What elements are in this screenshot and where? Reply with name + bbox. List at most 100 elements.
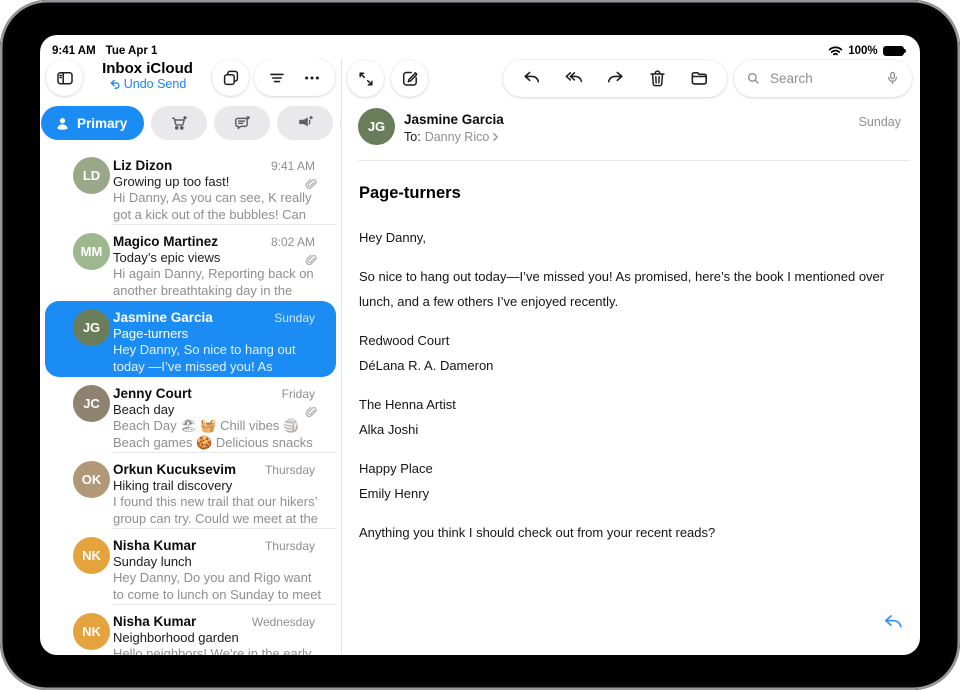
reading-toolbar: [342, 59, 920, 97]
list-item[interactable]: LD Liz Dizon9:41 AM Growing up too fast!…: [40, 149, 341, 225]
email-body: Hey Danny, So nice to hang out today—I’v…: [359, 225, 894, 545]
to-label: To:: [404, 130, 421, 144]
search-input[interactable]: [768, 70, 878, 87]
filter-button[interactable]: [267, 68, 287, 88]
move-to-folder-button[interactable]: [678, 60, 720, 97]
wifi-icon: [828, 46, 843, 57]
message-subject: Hiking trail discovery: [113, 478, 325, 493]
cart-icon: [170, 114, 189, 133]
status-bar: 9:41 AM Tue Apr 1 100%: [40, 35, 920, 59]
list-item[interactable]: NK Nisha Kumar Thursday Sunday lunch Hey …: [40, 529, 341, 605]
person-icon: [54, 115, 71, 132]
select-messages-button[interactable]: [212, 59, 249, 96]
mailbox-title: Inbox iCloud: [88, 60, 207, 77]
message-subject: Growing up too fast!: [113, 174, 325, 189]
message-subject: Today’s epic views: [113, 250, 325, 265]
list-item[interactable]: OK Orkun KucuksevimThursday Hiking trail…: [40, 453, 341, 529]
mic-icon[interactable]: [884, 70, 901, 87]
recipient-button[interactable]: Danny Rico: [425, 130, 500, 144]
chevron-right-icon: [492, 132, 499, 142]
list-item[interactable]: JG Jasmine Garcia Sunday Page-turners Hey…: [45, 301, 336, 377]
email-subject: Page-turners: [359, 184, 903, 203]
screen: 9:41 AM Tue Apr 1 100% Inbox iCloud Undo…: [40, 35, 920, 655]
megaphone-icon: [296, 114, 315, 133]
body-paragraph: The Henna ArtistAlka Joshi: [359, 392, 894, 442]
message-preview: Hi Danny, As you can see, K really got a…: [113, 190, 325, 223]
avatar: LD: [73, 157, 110, 194]
category-primary[interactable]: Primary: [41, 106, 144, 140]
message-time: Thursday: [265, 463, 325, 477]
reply-fab-button[interactable]: [881, 611, 905, 635]
sender-name: Liz Dizon: [113, 158, 263, 173]
status-date: Tue Apr 1: [106, 45, 158, 57]
reading-pane: JG Jasmine Garcia To: Danny Rico Sunday …: [342, 59, 920, 655]
category-promotions[interactable]: [277, 106, 333, 140]
message-subject: Sunday lunch: [113, 554, 325, 569]
sender-name: Jenny Court: [113, 386, 274, 401]
message-time: Friday: [282, 387, 325, 401]
message-time: Wednesday: [252, 615, 325, 629]
message-preview: Beach Day 🏖 🧺 Chill vibes 🏐 Beach games …: [113, 418, 325, 451]
body-paragraph: Happy PlaceEmily Henry: [359, 456, 894, 506]
sender-name: Nisha Kumar: [113, 614, 244, 629]
email-header: JG Jasmine Garcia To: Danny Rico Sunday: [342, 102, 920, 160]
avatar: JG: [73, 309, 110, 346]
message-preview: Hello neighbors! We’re in the early: [113, 646, 325, 655]
more-icon: [302, 68, 322, 88]
category-tabs: Primary: [40, 106, 341, 140]
ipad-frame: 9:41 AM Tue Apr 1 100% Inbox iCloud Undo…: [0, 0, 960, 690]
email-sender: Jasmine Garcia: [404, 110, 902, 127]
reply-all-icon: [563, 68, 584, 89]
avatar: NK: [73, 537, 110, 574]
folder-icon: [689, 68, 710, 89]
message-time: Thursday: [265, 539, 325, 553]
sender-name: Nisha Kumar: [113, 538, 257, 553]
avatar: MM: [73, 233, 110, 270]
trash-icon: [647, 68, 668, 89]
undo-send-button[interactable]: Undo Send: [109, 77, 187, 91]
paperclip-icon: [304, 177, 317, 190]
message-subject: Page-turners: [113, 326, 325, 341]
avatar: OK: [73, 461, 110, 498]
battery-percent: 100%: [848, 45, 877, 57]
expand-icon: [356, 69, 376, 89]
body-paragraph: Anything you think I should check out fr…: [359, 520, 894, 545]
chat-icon: [233, 114, 252, 133]
list-item[interactable]: NK Nisha Kumar Wednesday Neighborhood gar…: [40, 605, 341, 655]
message-preview: Hi again Danny, Reporting back on anothe…: [113, 266, 325, 299]
message-preview: Hey Danny, Do you and Rigo want to come …: [113, 570, 325, 603]
avatar: JG: [358, 108, 395, 145]
reply-button[interactable]: [510, 60, 552, 97]
category-transactions[interactable]: [151, 106, 207, 140]
email-date: Sunday: [859, 115, 901, 129]
more-button[interactable]: [302, 68, 322, 88]
sidebar-icon: [55, 68, 75, 88]
reply-icon: [521, 68, 542, 89]
expand-button[interactable]: [347, 60, 384, 97]
message-subject: Neighborhood garden: [113, 630, 325, 645]
forward-button[interactable]: [594, 60, 636, 97]
search-field[interactable]: [734, 60, 912, 97]
header-divider: [358, 160, 910, 161]
copy-icon: [221, 68, 241, 88]
sidebar-toggle-button[interactable]: [46, 59, 83, 96]
category-updates[interactable]: [214, 106, 270, 140]
message-subject: Beach day: [113, 402, 325, 417]
avatar: NK: [73, 613, 110, 650]
paperclip-icon: [304, 253, 317, 266]
reply-all-button[interactable]: [552, 60, 594, 97]
compose-button[interactable]: [391, 60, 428, 97]
sender-name: Jasmine Garcia: [113, 310, 266, 325]
forward-icon: [605, 68, 626, 89]
battery-icon: [883, 46, 906, 57]
message-time: Sunday: [274, 311, 325, 325]
undo-icon: [109, 78, 121, 90]
message-list: LD Liz Dizon9:41 AM Growing up too fast!…: [40, 149, 341, 655]
list-item[interactable]: MM Magico Martinez8:02 AM Today’s epic v…: [40, 225, 341, 301]
mailbox-header: Inbox iCloud Undo Send: [40, 59, 341, 96]
list-item[interactable]: JC Jenny CourtFriday Beach day Beach Day…: [40, 377, 341, 453]
message-preview: Hey Danny, So nice to hang out today —I’…: [113, 342, 325, 375]
trash-button[interactable]: [636, 60, 678, 97]
body-paragraph: So nice to hang out today—I’ve missed yo…: [359, 264, 894, 314]
compose-icon: [400, 69, 420, 89]
